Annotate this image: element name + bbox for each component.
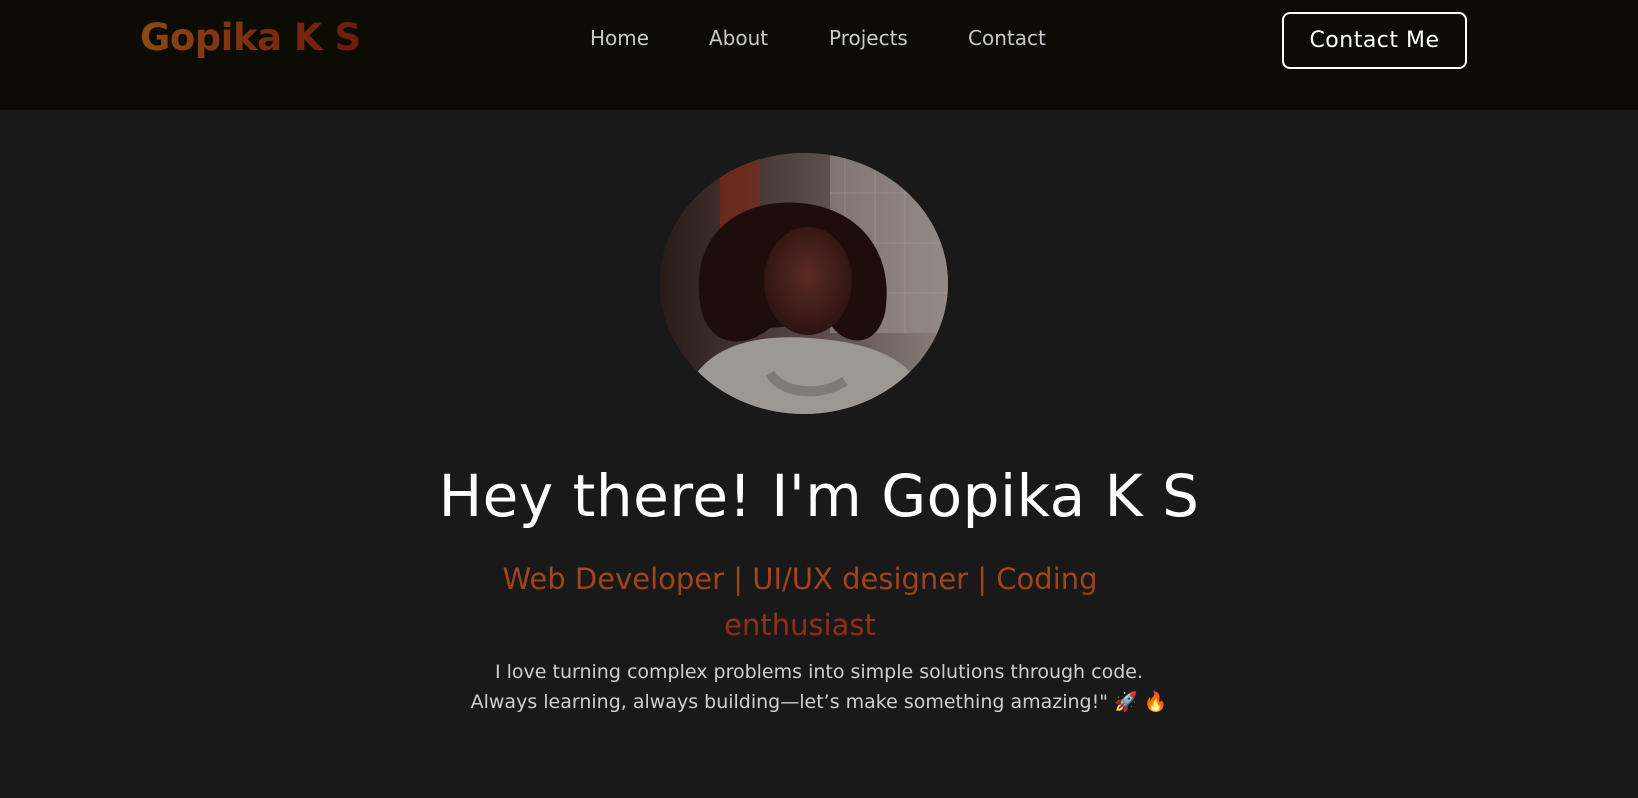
nav-link-projects[interactable]: Projects <box>829 26 908 50</box>
nav-link-contact[interactable]: Contact <box>968 26 1046 50</box>
bio-line-1: I love turning complex problems into sim… <box>495 661 1143 683</box>
profile-photo-icon <box>660 153 948 414</box>
nav-link-about[interactable]: About <box>709 26 768 50</box>
nav-link-home[interactable]: Home <box>590 26 649 50</box>
contact-me-button[interactable]: Contact Me <box>1282 12 1467 69</box>
bio-line-2: Always learning, always building—let’s m… <box>470 691 1168 713</box>
hero-bio: I love turning complex problems into sim… <box>380 657 1258 717</box>
avatar <box>660 153 948 414</box>
navbar: Gopika K S Home About Projects Contact C… <box>0 0 1638 110</box>
hero-headline: Hey there! I'm Gopika K S <box>438 462 1200 530</box>
hero-subtitle: Web Developer | UI/UX designer | Coding … <box>480 556 1120 648</box>
